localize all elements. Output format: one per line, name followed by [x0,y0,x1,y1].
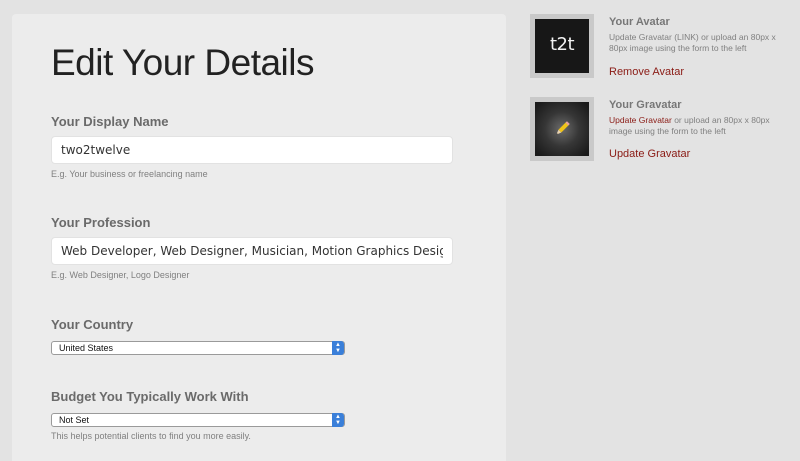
avatar-logo: t2t [549,34,575,55]
select-stepper-icon: ▲ ▼ [332,341,344,355]
country-selected-value: United States [59,343,114,353]
display-name-field[interactable] [51,136,453,164]
country-label: Your Country [51,317,134,332]
update-gravatar-link[interactable]: Update Gravatar [609,148,690,160]
remove-avatar-link[interactable]: Remove Avatar [609,66,684,78]
gravatar-description: Update Gravatar or upload an 80px x 80px… [609,115,784,137]
budget-hint: This helps potential clients to find you… [51,431,251,441]
pencil-icon [556,121,570,135]
gravatar-image [530,97,594,161]
select-stepper-icon: ▲ ▼ [332,413,344,427]
budget-label: Budget You Typically Work With [51,389,249,404]
avatar-title: Your Avatar [609,16,670,28]
page-title: Edit Your Details [51,42,315,83]
gravatar-title: Your Gravatar [609,99,682,111]
country-select[interactable]: United States ▲ ▼ [51,341,345,355]
avatar-image: t2t [530,14,594,78]
update-gravatar-inline-link[interactable]: Update Gravatar [609,115,672,125]
profession-hint: E.g. Web Designer, Logo Designer [51,270,190,280]
display-name-hint: E.g. Your business or freelancing name [51,169,208,179]
display-name-label: Your Display Name [51,114,169,129]
avatar-description: Update Gravatar (LINK) or upload an 80px… [609,32,776,53]
profession-label: Your Profession [51,215,151,230]
profession-field[interactable] [51,237,453,265]
budget-select[interactable]: Not Set ▲ ▼ [51,413,345,427]
budget-selected-value: Not Set [59,415,90,425]
edit-details-form: Edit Your Details Your Display Name E.g.… [12,14,506,461]
